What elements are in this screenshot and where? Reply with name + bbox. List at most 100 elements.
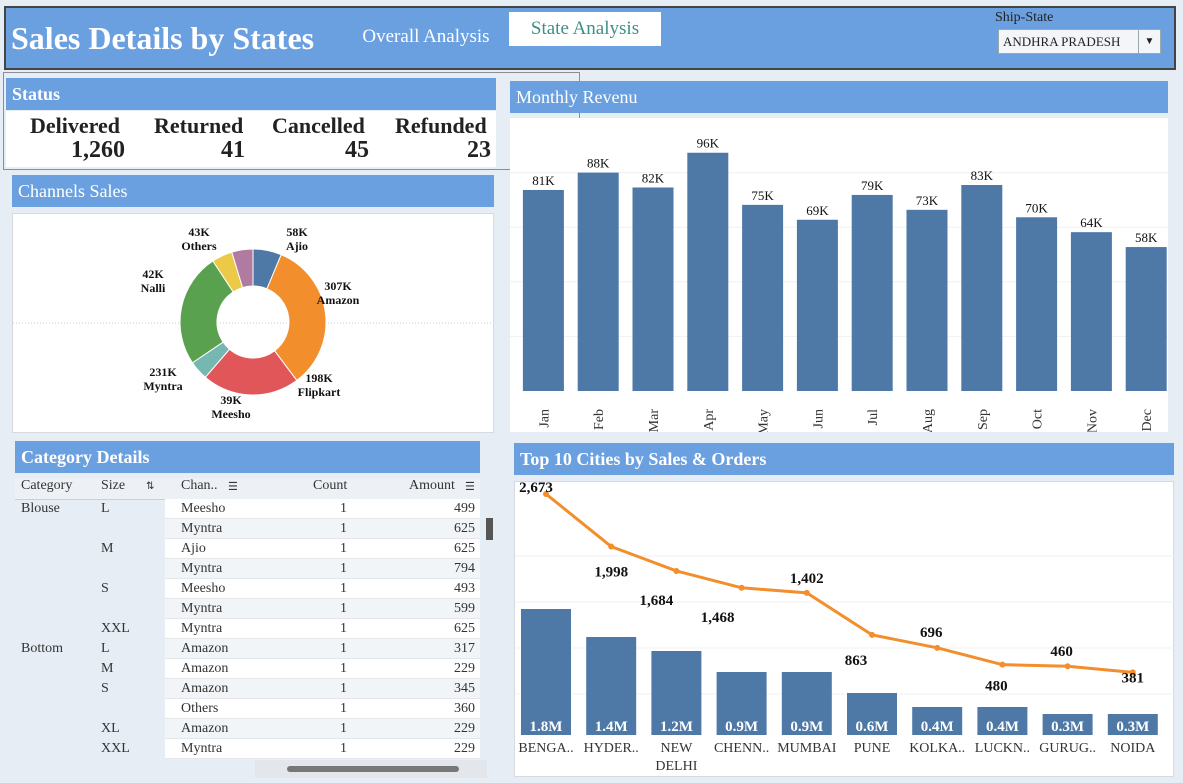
cell-size: XXL (101, 621, 130, 636)
orders-data-label: 460 (1050, 644, 1073, 660)
cell-amount: 625 (454, 521, 475, 536)
revenue-bar (906, 209, 948, 391)
month-tick-label: Nov (1085, 409, 1100, 432)
month-tick-label: Apr (702, 409, 717, 431)
city-tick-label: CHENN.. (714, 741, 769, 756)
city-tick-label: NOIDA (1110, 741, 1156, 756)
revenue-bar (742, 204, 784, 391)
chevron-down-icon[interactable]: ▼ (1138, 30, 1160, 53)
orders-data-label: 480 (985, 679, 1008, 695)
revenue-data-label: 79K (861, 178, 884, 193)
cell-channel: Meesho (181, 501, 226, 516)
slice-value-label: 307K (324, 279, 352, 293)
month-tick-label: Sep (976, 409, 991, 430)
category-title: Category Details (15, 441, 480, 473)
city-sales-label: 0.3M (1116, 719, 1149, 735)
table-horizontal-scrollbar[interactable] (287, 766, 459, 772)
revenue-bar (851, 194, 893, 391)
orders-point (1064, 663, 1071, 670)
orders-data-label: 1,998 (594, 565, 628, 581)
cell-count: 1 (340, 561, 347, 576)
cell-count: 1 (340, 701, 347, 716)
orders-point (869, 631, 875, 638)
city-sales-label: 0.6M (856, 719, 889, 735)
city-tick-label: PUNE (854, 741, 891, 756)
city-sales-label: 1.4M (595, 719, 628, 735)
revenue-data-label: 82K (642, 170, 665, 185)
orders-data-label: 696 (920, 625, 943, 641)
orders-data-label: 1,684 (640, 593, 674, 609)
sort-icon[interactable]: ⇅ (146, 481, 154, 492)
orders-point (999, 661, 1006, 668)
cell-size: S (101, 681, 109, 696)
cell-amount: 317 (454, 641, 475, 656)
category-col-header[interactable]: Category (21, 478, 72, 494)
channels-donut-panel: 58K Ajio 307K Amazon 198K Flipkart 39K Meesho 23… (12, 213, 494, 433)
cell-size: XXL (101, 741, 130, 756)
revenue-bar (577, 172, 619, 391)
sort-desc-icon[interactable]: ☰ (465, 480, 475, 493)
slice-name-label: Amazon (317, 293, 360, 307)
status-returned-value: 41 (221, 137, 245, 163)
tab-state-analysis[interactable]: State Analysis (509, 12, 661, 46)
cell-count: 1 (340, 741, 347, 756)
revenue-data-label: 69K (806, 203, 829, 218)
cell-count: 1 (340, 541, 347, 556)
city-tick-label: LUCKN.. (975, 741, 1030, 756)
slice-name-label: Flipkart (298, 385, 341, 399)
slice-name-label: Others (181, 239, 217, 253)
city-sales-label: 0.9M (790, 719, 823, 735)
revenue-bar (1070, 232, 1112, 391)
channel-col-header[interactable]: Chan.. (181, 478, 218, 494)
cell-count: 1 (340, 721, 347, 736)
city-sales-label: 0.9M (725, 719, 758, 735)
month-tick-label: May (757, 409, 772, 432)
ship-state-select[interactable]: ANDHRA PRADESH ▼ (998, 29, 1161, 54)
size-col-header[interactable]: Size (101, 478, 125, 494)
city-tick-label: KOLKA.. (909, 741, 965, 756)
revenue-data-label: 70K (1025, 200, 1048, 215)
count-col-header[interactable]: Count (313, 478, 347, 494)
revenue-title: Monthly Revenu (510, 81, 1168, 113)
tab-overall-analysis[interactable]: Overall Analysis (351, 22, 501, 52)
cell-channel: Meesho (181, 581, 226, 596)
amount-col-header[interactable]: Amount (409, 478, 455, 494)
cell-count: 1 (340, 661, 347, 676)
sort-desc-icon[interactable]: ☰ (228, 480, 238, 493)
cell-size: M (101, 541, 114, 556)
ship-state-value: ANDHRA PRADESH (1003, 34, 1121, 49)
revenue-bar (961, 185, 1003, 391)
slice-value-label: 231K (149, 365, 177, 379)
orders-data-label: 863 (845, 653, 868, 669)
city-sales-label: 1.8M (530, 719, 563, 735)
orders-point (934, 644, 941, 651)
slice-value-label: 42K (142, 267, 164, 281)
revenue-bar-chart: 81K Jan 88K Feb 82K Mar 96K Apr 75K May 69K Jun 79K J… (510, 136, 1168, 435)
header-bar: Sales Details by States Overall Analysis… (4, 6, 1176, 70)
status-delivered-value: 1,260 (71, 137, 125, 163)
cell-size: M (101, 661, 114, 676)
cell-count: 1 (340, 641, 347, 656)
cell-count: 1 (340, 581, 347, 596)
cell-amount: 229 (454, 741, 475, 756)
cell-count: 1 (340, 501, 347, 516)
table-vertical-scrollbar[interactable] (486, 518, 493, 540)
slice-name-label: Myntra (143, 379, 182, 393)
cell-channel: Myntra (181, 521, 223, 536)
revenue-bar (1016, 217, 1058, 391)
cell-category: Blouse (21, 501, 60, 516)
month-tick-label: Aug (921, 409, 936, 432)
cell-count: 1 (340, 621, 347, 636)
cell-channel: Myntra (181, 601, 223, 616)
city-tick-label: BENGA.. (518, 741, 573, 756)
cell-channel: Amazon (181, 721, 229, 736)
cell-amount: 499 (454, 501, 475, 516)
month-tick-label: Dec (1140, 409, 1155, 432)
cell-category: Bottom (21, 641, 64, 656)
cities-chart-panel: 1.8M BENGA.. 1.4M HYDER.. 1.2M NEW DELHI 0.9M CH… (514, 480, 1175, 777)
cities-combo-chart: 1.8M BENGA.. 1.4M HYDER.. 1.2M NEW DELHI 0.9M CH… (515, 480, 1175, 774)
orders-point (608, 543, 615, 550)
revenue-data-label: 83K (971, 168, 994, 183)
slice-name-label: Nalli (141, 281, 166, 295)
cell-amount: 625 (454, 541, 475, 556)
